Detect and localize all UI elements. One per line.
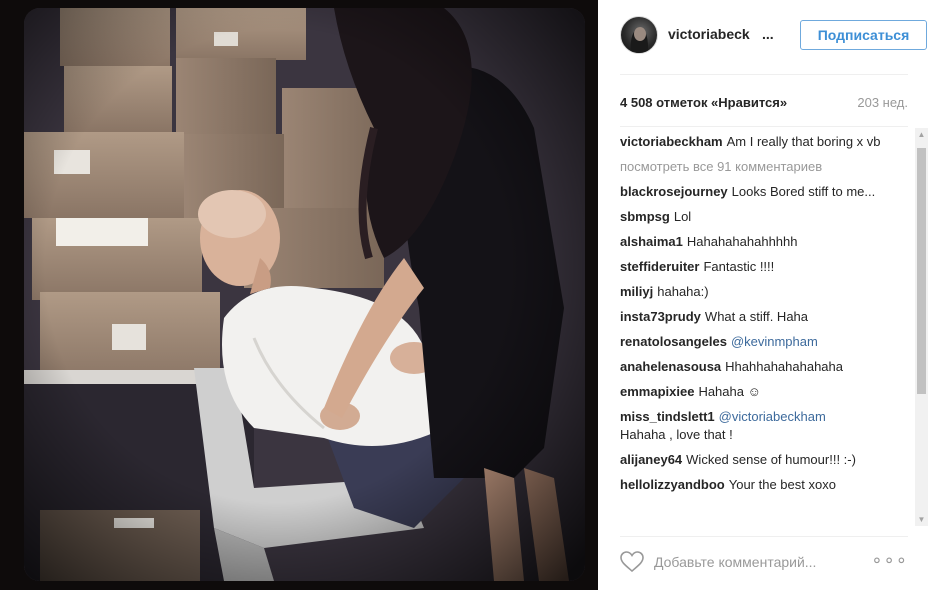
comment-user[interactable]: sbmpsg [620, 209, 670, 224]
comment-user[interactable]: alshaima1 [620, 234, 683, 249]
comment-text: Your the best xoxo [728, 477, 836, 492]
comment-user[interactable]: victoriabeckham [620, 134, 723, 149]
username-ellipsis: ... [762, 26, 774, 42]
comment: miliyj hahaha:) [620, 283, 904, 301]
likes-divider [620, 126, 908, 127]
photo-panel [0, 0, 598, 590]
comment-text: Hahaha ☺ [698, 384, 761, 399]
comment-text: Looks Bored stiff to me... [731, 184, 876, 199]
follow-button[interactable]: Подписаться [800, 20, 927, 50]
comment-text: hahaha:) [657, 284, 709, 299]
more-options-icon[interactable]: ∘∘∘ [871, 550, 908, 571]
comment: emmapixiee Hahaha ☺ [620, 383, 904, 401]
comment-text: Fantastic !!!! [703, 259, 775, 274]
comment-text: Lol [673, 209, 692, 224]
comment-text: Am I really that boring x vb [726, 134, 881, 149]
comment: alijaney64 Wicked sense of humour!!! :-) [620, 451, 904, 469]
comment-text: What a stiff. Haha [704, 309, 809, 324]
comment-text: Wicked sense of humour!!! :-) [686, 452, 856, 467]
view-all-comments-link[interactable]: посмотреть все 91 комментариев [620, 158, 904, 176]
post-header: victoriabeck ... Подписаться [620, 16, 927, 56]
caption: victoriabeckham Am I really that boring x… [620, 133, 904, 151]
comments-list[interactable]: victoriabeckham Am I really that boring x… [620, 133, 904, 527]
comment: renatolosangeles @kevinmpham [620, 333, 904, 351]
comment-user[interactable]: steffideruiter [620, 259, 699, 274]
post-age[interactable]: 203 нед. [857, 95, 908, 110]
heart-icon[interactable] [620, 551, 644, 573]
comments-scrollbar[interactable]: ▲ ▼ [915, 128, 928, 526]
comment-user[interactable]: insta73prudy [620, 309, 701, 324]
comment-text: Hahahahahahhhhh [686, 234, 798, 249]
comment: hellolizzyandboo Your the best xoxo [620, 476, 904, 494]
comment-input[interactable] [654, 551, 874, 573]
comment-mention[interactable]: @victoriabeckham [719, 409, 826, 424]
comment: sbmpsg Lol [620, 208, 904, 226]
comment-user[interactable]: hellolizzyandboo [620, 477, 725, 492]
comment-user[interactable]: anahelenasousa [620, 359, 721, 374]
comment: insta73prudy What a stiff. Haha [620, 308, 904, 326]
comment-user[interactable]: miss_tindslett1 [620, 409, 715, 424]
comment-user[interactable]: emmapixiee [620, 384, 694, 399]
comment-text: Hahaha , love that ! [620, 427, 733, 442]
post-photo[interactable] [24, 8, 585, 581]
comment-footer: ∘∘∘ [620, 548, 908, 576]
comment-mention[interactable]: @kevinmpham [731, 334, 818, 349]
comment: steffideruiter Fantastic !!!! [620, 258, 904, 276]
footer-divider [620, 536, 908, 537]
likes-row: 4 508 отметок «Нравится» 203 нед. [620, 95, 908, 113]
scroll-thumb[interactable] [917, 148, 926, 394]
scroll-up-arrow-icon[interactable]: ▲ [915, 128, 928, 141]
comment-text: Hhahhahahahahaha [725, 359, 843, 374]
comment: anahelenasousa Hhahhahahahahaha [620, 358, 904, 376]
avatar[interactable] [620, 16, 658, 54]
photo-illustration [24, 8, 585, 581]
comment-user[interactable]: blackrosejourney [620, 184, 728, 199]
post-username[interactable]: victoriabeck [668, 26, 750, 42]
scroll-down-arrow-icon[interactable]: ▼ [915, 513, 928, 526]
likes-count[interactable]: 4 508 отметок «Нравится» [620, 95, 787, 110]
post-sidebar: victoriabeck ... Подписаться 4 508 отмет… [598, 0, 928, 590]
comment: alshaima1 Hahahahahahhhhh [620, 233, 904, 251]
header-divider [620, 74, 908, 75]
comment-user[interactable]: miliyj [620, 284, 653, 299]
comment: blackrosejourney Looks Bored stiff to me.… [620, 183, 904, 201]
comment-user[interactable]: alijaney64 [620, 452, 682, 467]
comment: miss_tindslett1 @victoriabeckham Hahaha , … [620, 408, 904, 444]
comment-user[interactable]: renatolosangeles [620, 334, 727, 349]
avatar-image [630, 27, 649, 53]
